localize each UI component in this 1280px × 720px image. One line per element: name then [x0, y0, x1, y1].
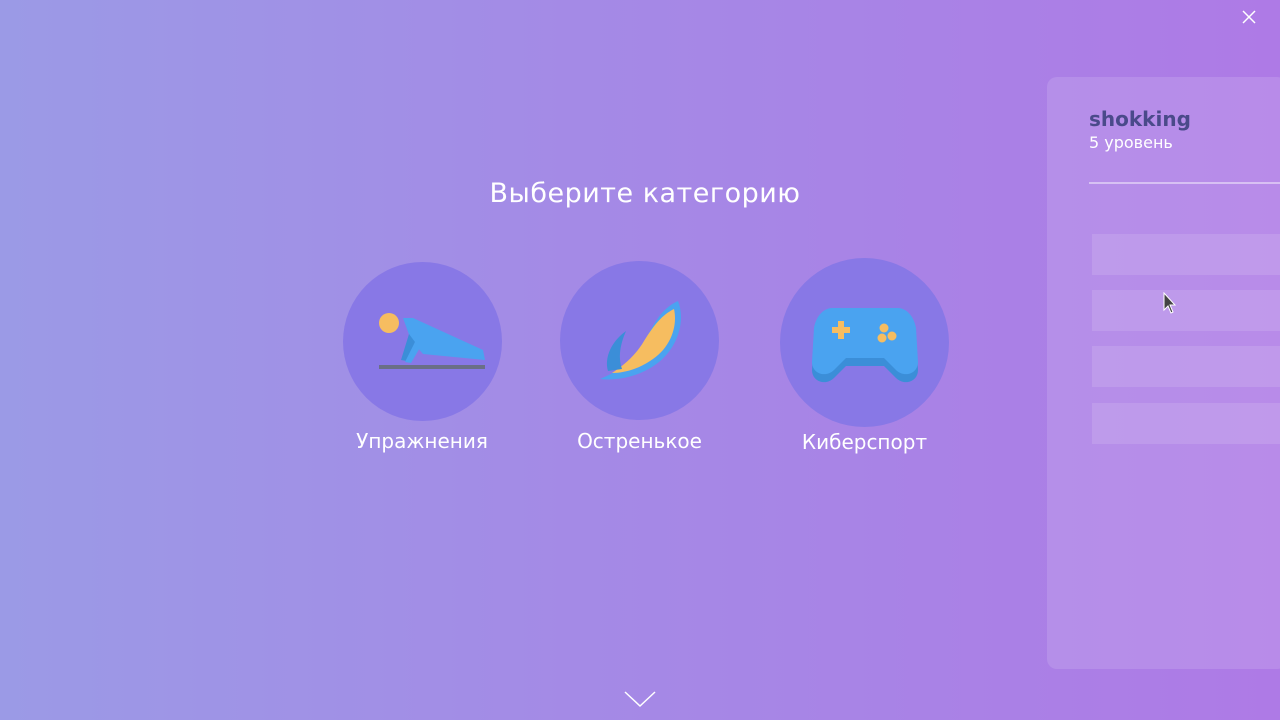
mouse-cursor: [1163, 291, 1179, 316]
profile-slot[interactable]: [1092, 290, 1280, 331]
category-exercises[interactable]: Упражнения: [339, 262, 505, 453]
chevron-down-icon: [624, 691, 656, 708]
category-circle: [342, 262, 502, 421]
pushup-icon: [378, 313, 485, 369]
category-circle: [560, 261, 719, 420]
category-spicy[interactable]: Остренькое: [560, 261, 719, 453]
gamepad-icon: [812, 308, 918, 383]
close-button[interactable]: [1238, 6, 1260, 28]
chili-pepper-icon: [600, 301, 681, 380]
profile-slot[interactable]: [1092, 403, 1280, 444]
user-level: 5 уровень: [1089, 133, 1173, 152]
profile-slot[interactable]: [1092, 234, 1280, 275]
category-label: Упражнения: [356, 429, 488, 453]
divider: [1089, 182, 1280, 184]
profile-slot[interactable]: [1092, 346, 1280, 387]
close-icon: [1242, 10, 1256, 24]
category-label: Киберспорт: [801, 430, 928, 454]
category-esports[interactable]: Киберспорт: [780, 258, 949, 454]
category-circle: [780, 258, 949, 427]
category-label: Остренькое: [577, 429, 702, 453]
scroll-down-button[interactable]: [623, 688, 657, 710]
profile-panel: shokking 5 уровень: [1047, 77, 1280, 669]
username: shokking: [1089, 107, 1191, 131]
